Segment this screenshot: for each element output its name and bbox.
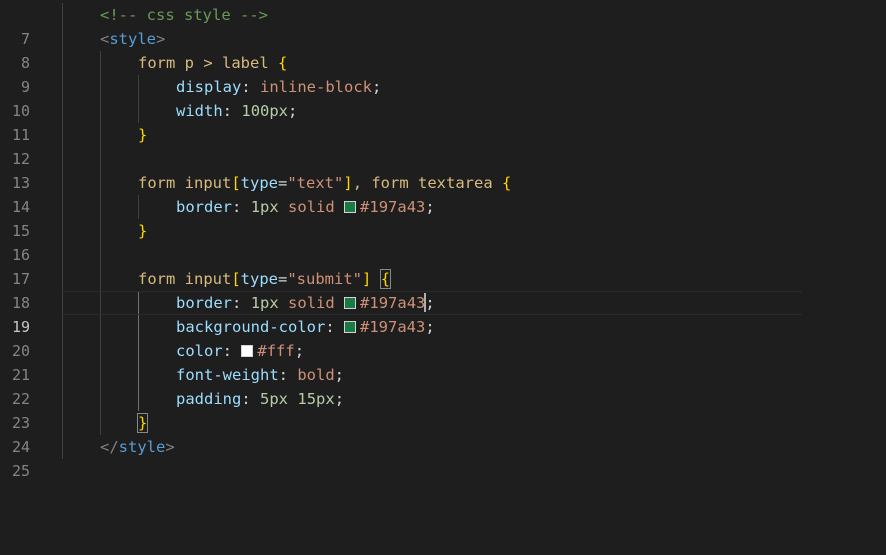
indent-guide <box>62 99 63 123</box>
code-text: width: 100px; <box>176 102 298 120</box>
indent-guide <box>100 51 101 75</box>
color-swatch-icon[interactable] <box>344 201 357 213</box>
color-swatch-icon[interactable] <box>344 297 357 309</box>
code-line-12[interactable]: 12 } <box>0 123 886 168</box>
code-line-22[interactable]: 22 font-weight: bold; <box>0 363 886 408</box>
code-line-8[interactable]: 8 <style> <box>0 27 886 72</box>
code-line-20[interactable]: 20 background-color: #197a43; <box>0 315 886 360</box>
indent-guide <box>62 3 63 27</box>
indent-guide <box>100 123 101 147</box>
indent-guide <box>62 195 63 219</box>
code-line-13[interactable]: 13 <box>0 147 886 192</box>
indent-guide <box>100 411 101 435</box>
indent-guide <box>62 75 63 99</box>
code-line-18[interactable]: 18 form input[type="submit"] { <box>0 267 886 312</box>
code-line-19[interactable]: 19 border: 1px solid #197a43; <box>0 291 886 336</box>
indent-guide <box>138 387 139 411</box>
code-text: <style> <box>100 30 166 48</box>
indent-guide <box>62 243 63 267</box>
code-text: <!-- css style --> <box>100 6 268 24</box>
code-text: background-color: #197a43; <box>176 318 435 336</box>
indent-guide <box>100 387 101 411</box>
indent-guide <box>100 99 101 123</box>
code-text: form input[type="submit"] { <box>138 269 392 289</box>
indent-guide <box>62 123 63 147</box>
code-text: font-weight: bold; <box>176 366 345 384</box>
code-text: } <box>136 411 149 435</box>
code-text: border: 1px solid #197a43; <box>176 198 435 216</box>
code-line-14[interactable]: 14 form input[type="text"], form textare… <box>0 171 886 216</box>
indent-guide <box>62 27 63 51</box>
line-number: 25 <box>11 462 30 480</box>
code-text: } <box>138 126 148 144</box>
code-line-25[interactable]: 25 </style> <box>0 435 886 480</box>
indent-guide <box>100 219 101 243</box>
indent-guide <box>100 363 101 387</box>
indent-guide <box>62 315 63 339</box>
matching-brace: { <box>379 269 392 289</box>
indent-guide <box>138 363 139 387</box>
color-swatch-icon[interactable] <box>241 345 254 357</box>
code-text: padding: 5px 15px; <box>176 390 345 408</box>
code-line-23[interactable]: 23 padding: 5px 15px; <box>0 387 886 432</box>
code-line-7[interactable]: 7 <!-- css style --> <box>0 3 886 48</box>
indent-guide <box>100 291 101 315</box>
code-text: } <box>138 222 148 240</box>
indent-guide <box>62 267 63 291</box>
indent-guide <box>100 195 101 219</box>
code-line-9[interactable]: 9 form p > label { <box>0 51 886 96</box>
indent-guide <box>62 51 63 75</box>
indent-guide <box>100 171 101 195</box>
indent-guide <box>62 411 63 435</box>
indent-guide <box>138 315 139 339</box>
indent-guide <box>100 267 101 291</box>
indent-guide <box>62 387 63 411</box>
indent-guide <box>100 75 101 99</box>
indent-guide <box>62 219 63 243</box>
indent-guide <box>100 243 101 267</box>
code-text: border: 1px solid #197a43; <box>176 293 435 312</box>
code-line-11[interactable]: 11 width: 100px; <box>0 99 886 144</box>
indent-guide <box>100 339 101 363</box>
code-line-24[interactable]: 24 } <box>0 411 886 456</box>
indent-guide <box>62 435 63 459</box>
indent-guide <box>138 99 139 123</box>
color-swatch-icon[interactable] <box>344 321 356 333</box>
indent-guide <box>62 363 63 387</box>
indent-guide <box>62 147 63 171</box>
indent-guide <box>138 291 139 315</box>
indent-guide <box>100 147 101 171</box>
code-line-16[interactable]: 16 } <box>0 219 886 264</box>
code-text: </style> <box>100 438 175 456</box>
indent-guide <box>138 339 139 363</box>
matching-brace: } <box>136 413 149 433</box>
indent-guide <box>62 339 63 363</box>
code-text: form input[type="text"], form textarea { <box>138 174 512 192</box>
indent-guide <box>138 195 139 219</box>
indent-guide <box>138 75 139 99</box>
code-line-21[interactable]: 21 color: #fff; <box>0 339 886 384</box>
indent-guide <box>62 291 63 315</box>
code-line-15[interactable]: 15 border: 1px solid #197a43; <box>0 195 886 240</box>
indent-guide <box>62 171 63 195</box>
code-line-17[interactable]: 17 <box>0 243 886 288</box>
code-text: form p > label { <box>138 54 288 72</box>
indent-guide <box>100 315 101 339</box>
code-text: display: inline-block; <box>176 78 382 96</box>
code-editor[interactable]: 7 <!-- css style --> 8 <style> 9 form p … <box>0 0 886 480</box>
code-line-10[interactable]: 10 display: inline-block; <box>0 75 886 120</box>
code-text: color: #fff; <box>176 342 305 360</box>
